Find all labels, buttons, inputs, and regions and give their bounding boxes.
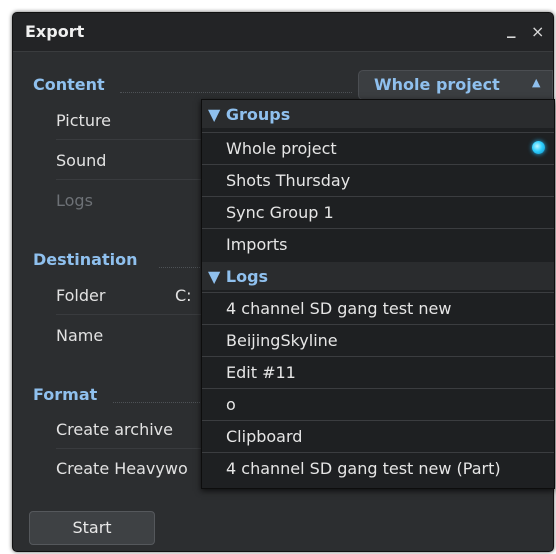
destination-section-rule [159,267,204,268]
content-section-rule [120,92,352,93]
source-select-dropdown[interactable]: Whole project ▲ [358,70,553,100]
menu-item-imports[interactable]: Imports [202,228,554,260]
name-label: Name [56,326,104,345]
menu-group-logs: ▼ Logs [202,262,554,290]
format-section-header: Format [33,385,98,404]
menu-item-log[interactable]: BeijingSkyline [202,324,554,356]
menu-item-label: Imports [226,235,288,254]
minimize-icon[interactable]: _ [507,19,516,39]
content-section-header: Content [33,75,105,94]
sound-label[interactable]: Sound [56,151,106,170]
menu-item-clipboard[interactable]: Clipboard [202,420,554,452]
menu-item-label: Shots Thursday [226,171,351,190]
menu-item-label: Edit #11 [226,363,296,382]
menu-item-label: BeijingSkyline [226,331,338,350]
menu-item-log[interactable]: o [202,388,554,420]
folder-label: Folder [56,286,106,305]
selected-indicator-icon [532,141,545,154]
menu-item-sync-group-1[interactable]: Sync Group 1 [202,196,554,228]
folder-path-field[interactable]: C: [175,286,192,305]
source-dropdown-menu: ▼ Groups Whole project Shots Thursday Sy… [201,99,555,489]
menu-item-label: Sync Group 1 [226,203,334,222]
logs-label: Logs [56,191,93,210]
menu-item-log[interactable]: 4 channel SD gang test new (Part) [202,452,554,484]
picture-label[interactable]: Picture [56,111,111,130]
menu-item-label: o [226,395,236,414]
close-icon[interactable]: × [531,22,544,41]
menu-item-label: 4 channel SD gang test new (Part) [226,459,501,478]
format-section-rule [113,402,204,403]
source-select-value: Whole project [374,75,500,94]
create-heavyworks-label[interactable]: Create Heavywo [56,459,188,478]
menu-item-whole-project[interactable]: Whole project [202,132,554,164]
destination-section-header: Destination [33,250,138,269]
menu-group-groups: ▼ Groups [202,100,554,128]
title-bar[interactable]: Export _ × [13,13,553,52]
menu-item-log[interactable]: 4 channel SD gang test new [202,292,554,324]
menu-item-log[interactable]: Edit #11 [202,356,554,388]
start-button[interactable]: Start [29,511,155,545]
create-archive-label[interactable]: Create archive [56,420,173,439]
menu-item-label: Clipboard [226,427,303,446]
menu-item-label: 4 channel SD gang test new [226,299,452,318]
chevron-up-icon: ▲ [532,76,541,89]
menu-item-label: Whole project [226,139,337,158]
menu-item-shots-thursday[interactable]: Shots Thursday [202,164,554,196]
window-title: Export [25,22,85,41]
